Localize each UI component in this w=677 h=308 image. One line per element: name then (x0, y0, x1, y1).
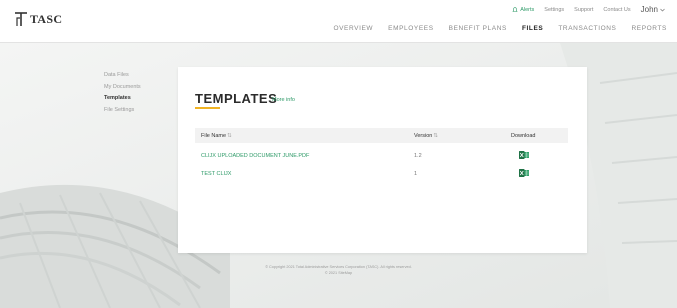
contact-link[interactable]: Contact Us (603, 7, 630, 13)
column-version[interactable]: Version⇅ (414, 133, 438, 139)
page-footer: © Copyright 2021 Total Administrative Se… (0, 264, 677, 276)
alerts-link[interactable]: Alerts (512, 7, 534, 13)
main-nav: OVERVIEW EMPLOYEES BENEFIT PLANS FILES T… (333, 25, 667, 32)
alerts-label: Alerts (520, 6, 535, 13)
file-name-link[interactable]: CLIJX UPLOADED DOCUMENT JUNE.PDF (201, 153, 309, 159)
user-menu[interactable]: John (641, 5, 665, 14)
nav-employees[interactable]: EMPLOYEES (388, 25, 434, 32)
nav-reports[interactable]: REPORTS (631, 25, 667, 32)
sidebar-item-file-settings[interactable]: File Settings (104, 105, 141, 117)
sidebar-item-my-documents[interactable]: My Documents (104, 82, 141, 94)
excel-icon[interactable] (519, 169, 529, 177)
utility-bar: Alerts Settings Support Contact Us John (512, 5, 665, 14)
user-name: John (640, 5, 658, 14)
nav-transactions[interactable]: TRANSACTIONS (558, 25, 616, 32)
sort-icon: ⇅ (227, 133, 232, 139)
file-version: 1.2 (414, 153, 422, 159)
nav-benefit-plans[interactable]: BENEFIT PLANS (449, 25, 507, 32)
templates-card: TEMPLATES More info File Name⇅ Version⇅ … (178, 67, 587, 253)
nav-overview[interactable]: OVERVIEW (333, 25, 373, 32)
column-version-label: Version (414, 133, 433, 139)
column-download: Download (511, 133, 536, 139)
sidebar-item-templates[interactable]: Templates (104, 93, 141, 105)
table-row: TEST CLIJX 1 (195, 165, 568, 183)
logo-mark-icon (15, 12, 27, 26)
column-file-name-label: File Name (201, 133, 227, 139)
bell-icon (512, 6, 518, 12)
settings-link[interactable]: Settings (544, 7, 564, 13)
title-underline (195, 107, 220, 109)
more-info-link[interactable]: More info (272, 97, 295, 103)
sort-icon: ⇅ (433, 133, 438, 139)
chevron-down-icon (660, 8, 665, 11)
nav-files[interactable]: FILES (522, 25, 543, 32)
sidebar-item-data-files[interactable]: Data Files (104, 70, 141, 82)
brand-name: TASC (30, 11, 63, 26)
table-header: File Name⇅ Version⇅ Download (195, 128, 568, 143)
top-header: TASC Alerts Settings Support Contact Us … (0, 0, 677, 43)
support-link[interactable]: Support (574, 7, 593, 13)
page-title: TEMPLATES (195, 91, 278, 106)
column-file-name[interactable]: File Name⇅ (201, 133, 232, 139)
file-name-link[interactable]: TEST CLIJX (201, 171, 231, 177)
files-sidebar: Data Files My Documents Templates File S… (104, 70, 141, 116)
file-version: 1 (414, 171, 418, 177)
excel-icon[interactable] (519, 151, 529, 159)
sitemap-link[interactable]: © 2021 SiteMap (0, 270, 677, 276)
table-row: CLIJX UPLOADED DOCUMENT JUNE.PDF 1.2 (195, 147, 568, 165)
tasc-logo[interactable]: TASC (14, 11, 62, 27)
